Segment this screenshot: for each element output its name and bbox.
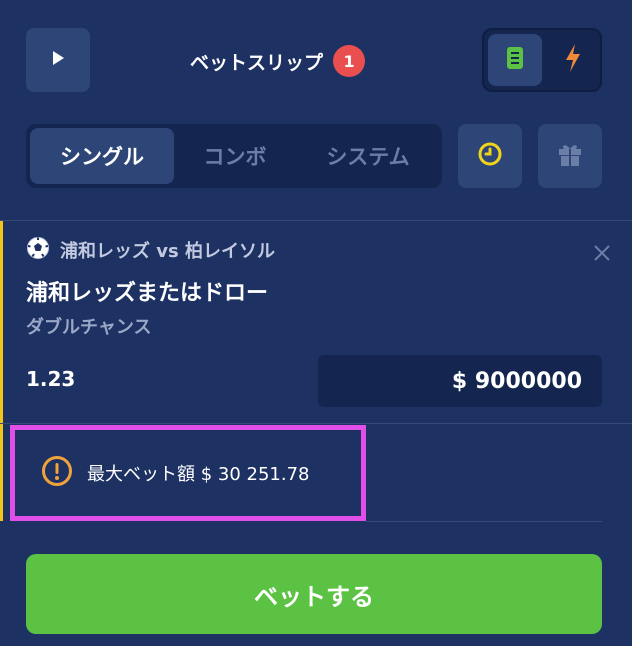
- match-row: 浦和レッズ vs 柏レイソル: [26, 237, 275, 263]
- max-bet-warning: 最大ベット額 $ 30 251.78: [10, 425, 366, 521]
- close-icon: [594, 245, 610, 265]
- play-icon: [51, 50, 65, 70]
- warning-icon: [41, 455, 73, 491]
- history-button[interactable]: [458, 124, 522, 188]
- bet-market: ダブルチャンス: [26, 317, 152, 338]
- place-bet-button[interactable]: ベットする: [26, 554, 602, 634]
- bet-accent-bar: [0, 221, 3, 521]
- bet-count-badge: 1: [333, 45, 366, 77]
- lightning-icon: [564, 43, 582, 77]
- gift-icon: [557, 141, 583, 171]
- view-mode-toggle: [482, 28, 602, 92]
- max-bet-text: 最大ベット額 $ 30 251.78: [87, 464, 310, 485]
- soccer-ball-icon: [26, 236, 50, 264]
- stake-input[interactable]: $ 9000000: [318, 355, 602, 407]
- page-title: ベットスリップ: [190, 51, 324, 74]
- bet-selection: 浦和レッズまたはドロー: [26, 281, 269, 306]
- divider: [0, 423, 632, 424]
- bonus-button[interactable]: [538, 124, 602, 188]
- match-name: 浦和レッズ vs 柏レイソル: [60, 241, 275, 262]
- list-mode-button[interactable]: [488, 34, 542, 86]
- bet-type-tabs: シングル コンボ システム: [26, 124, 442, 188]
- tab-single[interactable]: シングル: [30, 128, 174, 184]
- divider: [366, 521, 602, 522]
- bet-item: 浦和レッズ vs 柏レイソル 浦和レッズまたはドロー ダブルチャンス 1.23 …: [0, 220, 632, 523]
- tab-combo[interactable]: コンボ: [176, 128, 294, 184]
- bet-odds: 1.23: [26, 367, 76, 391]
- collapse-betslip-button[interactable]: [26, 28, 90, 92]
- betslip-header: ベットスリップ 1: [190, 44, 366, 78]
- list-icon: [506, 46, 524, 74]
- quick-bet-mode-button[interactable]: [546, 34, 600, 86]
- remove-bet-button[interactable]: [590, 243, 614, 267]
- history-icon: [477, 141, 503, 171]
- tab-system[interactable]: システム: [298, 128, 438, 184]
